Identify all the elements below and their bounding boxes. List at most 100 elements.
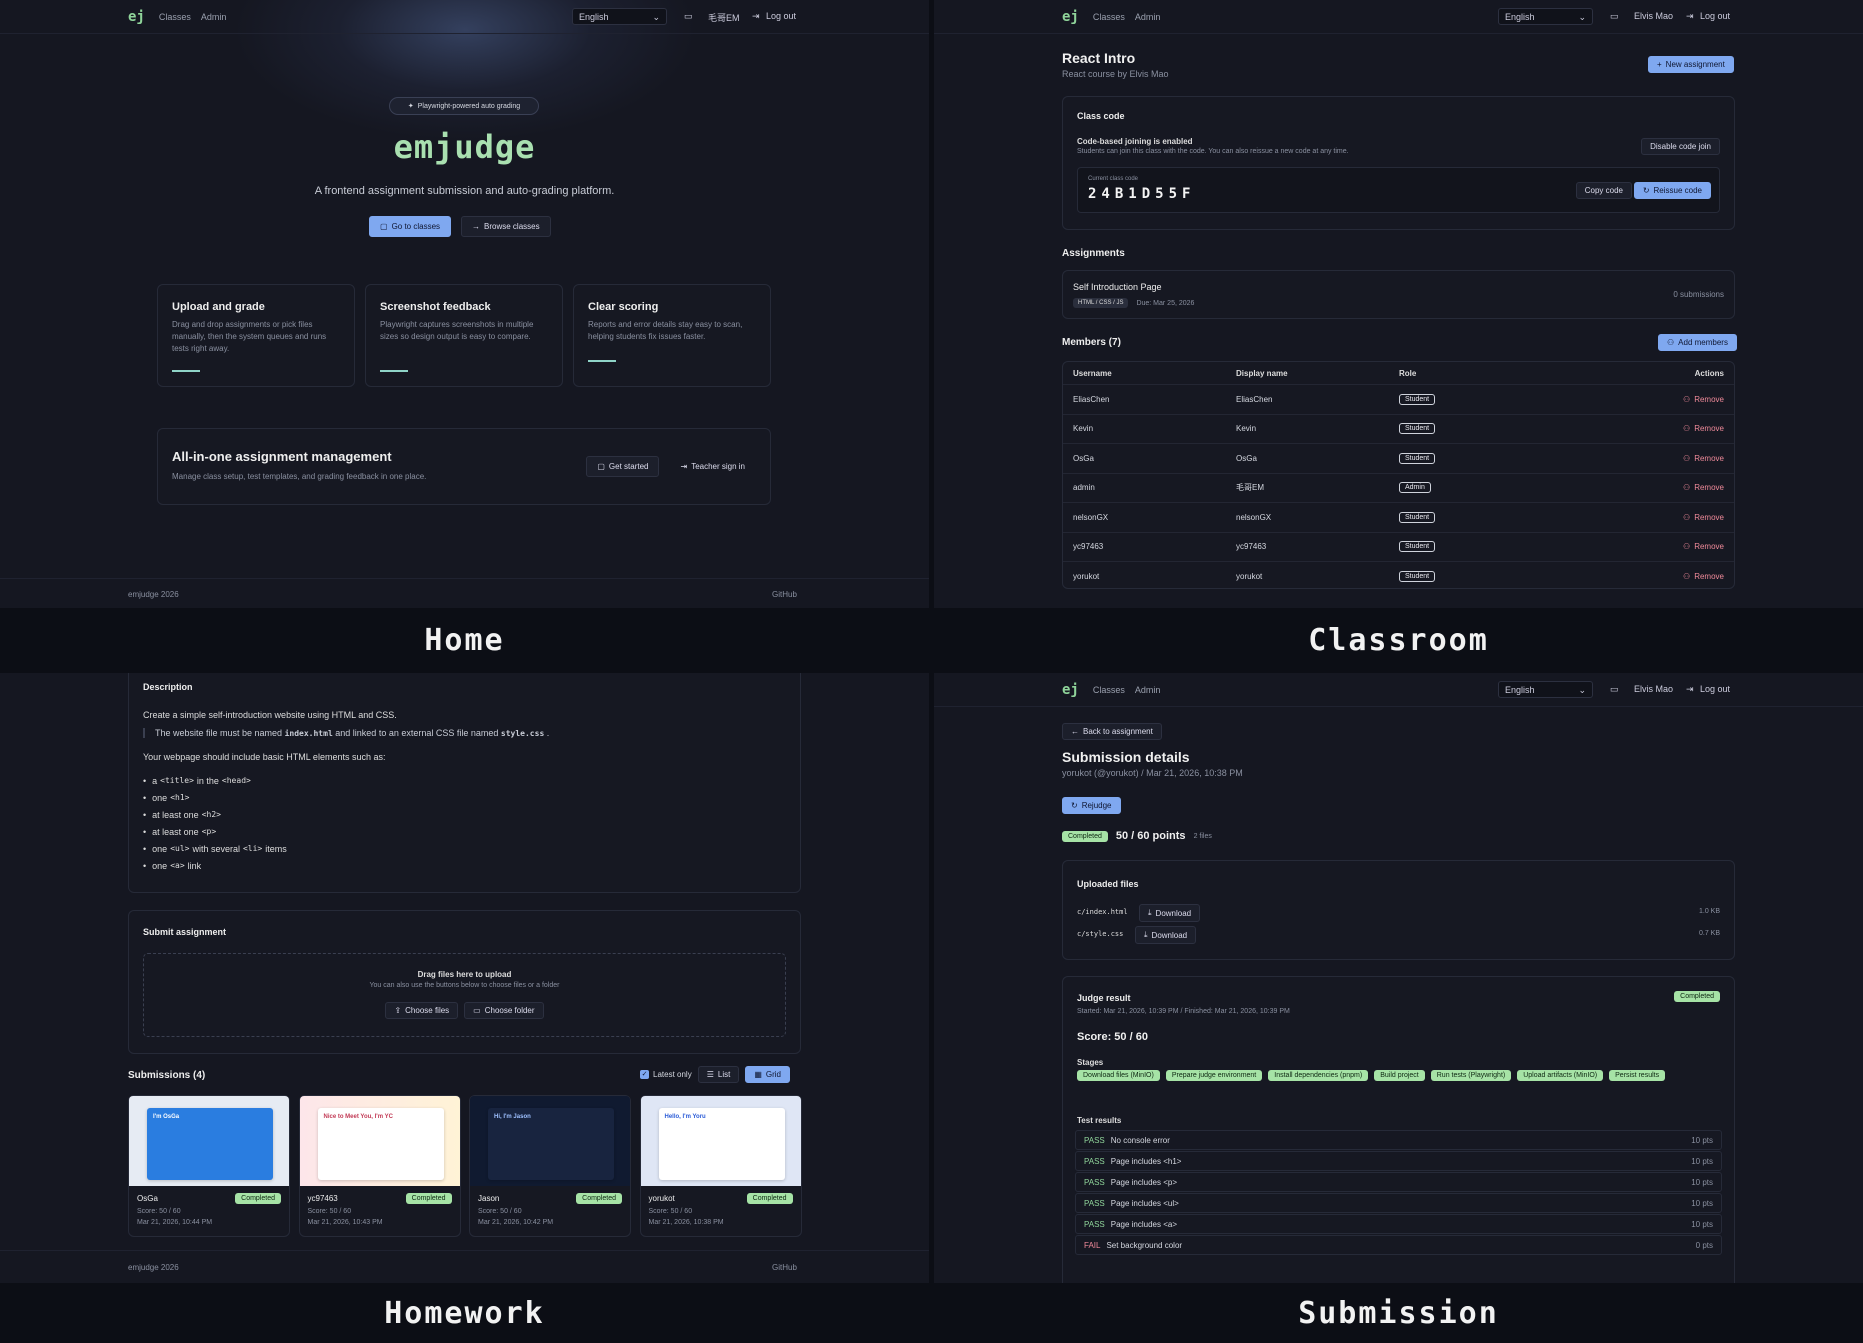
user-name[interactable]: Elvis Mao <box>1634 684 1673 694</box>
feature-desc: Reports and error details stay easy to s… <box>588 320 743 341</box>
table-row: yc97463 yc97463 Student ⚇ Remove <box>1063 531 1734 561</box>
logout-icon[interactable]: ⇥ <box>752 11 760 22</box>
teacher-sign-in-button[interactable]: ⇥ Teacher sign in <box>669 456 756 477</box>
bullet-icon: • <box>143 792 147 803</box>
checkbox-check-icon: ✓ <box>640 1070 649 1079</box>
nav-admin-link[interactable]: Admin <box>201 12 227 22</box>
submit-card: Submit assignment Drag files here to upl… <box>128 910 801 1054</box>
download-button[interactable]: ⤓ Download <box>1135 926 1197 944</box>
choose-folder-button[interactable]: ▭ Choose folder <box>464 1002 544 1019</box>
nav-classes-link[interactable]: Classes <box>1093 685 1125 695</box>
user-name[interactable]: Elvis Mao <box>1634 11 1673 21</box>
theme-toggle-icon[interactable]: ▭ <box>684 11 693 22</box>
assignment-tag: HTML / CSS / JS <box>1073 298 1129 308</box>
test-status: PASS <box>1084 1219 1105 1229</box>
test-name: Page includes <ul> <box>1110 1198 1179 1208</box>
nav-classes-link[interactable]: Classes <box>159 12 191 22</box>
nav-admin-link[interactable]: Admin <box>1135 12 1161 22</box>
nav-admin-link[interactable]: Admin <box>1135 685 1161 695</box>
role-badge: Student <box>1399 570 1436 582</box>
submission-card[interactable]: Hello, I'm Yoru yorukot Completed Score: 50… <box>639 1095 802 1237</box>
logout-link[interactable]: Log out <box>766 11 796 21</box>
logout-icon[interactable]: ⇥ <box>1686 11 1694 22</box>
language-select[interactable]: English ⌄ <box>1498 681 1593 698</box>
submission-card[interactable]: I'm OsGa OsGa Completed Score: 50 / 60 Mar 2… <box>128 1095 290 1237</box>
disable-code-join-button[interactable]: Disable code join <box>1641 138 1720 155</box>
feature-card: Clear scoring Reports and error details … <box>573 284 771 387</box>
choose-files-button[interactable]: ⇪ Choose files <box>385 1002 459 1019</box>
submission-card[interactable]: Hi, I'm Jason Jason Completed Score: 50 / 6… <box>469 1095 631 1237</box>
remove-member-button[interactable]: ⚇ Remove <box>1683 513 1724 522</box>
refresh-icon: ↻ <box>1071 801 1078 810</box>
top-nav: ej Classes Admin English ⌄ ▭ Elvis Mao ⇥ … <box>934 673 1863 707</box>
list-view-button[interactable]: ☰ List <box>697 1066 740 1083</box>
remove-member-button[interactable]: ⚇ Remove <box>1683 572 1724 581</box>
test-points: 10 pts <box>1691 1156 1713 1166</box>
test-row: FAIL Set background color 0 pts <box>1075 1235 1722 1255</box>
list-item: • at least one <p> <box>143 826 217 837</box>
app-logo[interactable]: ej <box>1062 9 1079 25</box>
remove-member-button[interactable]: ⚇ Remove <box>1683 395 1724 404</box>
stage-badge: Prepare judge environment <box>1165 1070 1263 1081</box>
browse-classes-button[interactable]: → Browse classes <box>461 216 551 237</box>
logout-icon[interactable]: ⇥ <box>1686 684 1694 695</box>
remove-member-button[interactable]: ⚇ Remove <box>1683 483 1724 492</box>
assignment-row[interactable]: Self Introduction Page HTML / CSS / JS D… <box>1062 270 1735 319</box>
member-display-name: yorukot <box>1236 571 1263 581</box>
grid-view-button[interactable]: ▦ Grid <box>745 1066 791 1083</box>
language-select[interactable]: English ⌄ <box>1498 8 1593 25</box>
reissue-code-button[interactable]: ↻ Reissue code <box>1633 182 1711 199</box>
bullet-icon: • <box>143 826 147 837</box>
back-to-assignment-button[interactable]: ← Back to assignment <box>1062 723 1162 740</box>
theme-toggle-icon[interactable]: ▭ <box>1610 11 1619 22</box>
rejudge-button[interactable]: ↻ Rejudge <box>1062 797 1121 814</box>
user-name[interactable]: 毛哥EM <box>708 11 740 24</box>
test-name: Page includes <p> <box>1110 1177 1178 1187</box>
chevron-down-icon: ⌄ <box>652 12 660 22</box>
remove-member-button[interactable]: ⚇ Remove <box>1683 542 1724 551</box>
nav-classes-link[interactable]: Classes <box>1093 12 1125 22</box>
member-display-name: EliasChen <box>1236 394 1273 404</box>
submission-meta: yorukot (@yorukot) / Mar 21, 2026, 10:38… <box>1062 768 1243 778</box>
tests-title: Test results <box>1077 1116 1122 1125</box>
test-name: Set background color <box>1106 1240 1183 1250</box>
test-row: PASS Page includes <ul> 10 pts <box>1075 1193 1722 1213</box>
footer-copyright: emjudge 2026 <box>128 590 179 599</box>
language-select[interactable]: English ⌄ <box>572 8 667 25</box>
logout-link[interactable]: Log out <box>1700 11 1730 21</box>
remove-member-button[interactable]: ⚇ Remove <box>1683 454 1724 463</box>
stage-badge: Build project <box>1374 1070 1425 1081</box>
folder-icon: ▭ <box>473 1006 481 1015</box>
upload-dropzone[interactable]: Drag files here to upload You can also u… <box>143 953 786 1037</box>
theme-toggle-icon[interactable]: ▭ <box>1610 684 1619 695</box>
accent-bar <box>172 370 200 372</box>
submission-thumbnail: Nice to Meet You, I'm YC <box>299 1096 460 1186</box>
user-minus-icon: ⚇ <box>1683 571 1691 581</box>
status-badge: Completed <box>746 1193 793 1204</box>
download-button[interactable]: ⤓ Download <box>1139 904 1201 922</box>
judge-time: Started: Mar 21, 2026, 10:39 PM / Finish… <box>1077 1008 1290 1015</box>
user-minus-icon: ⚇ <box>1683 483 1691 492</box>
test-name: Page includes <h1> <box>1110 1156 1182 1166</box>
feature-card: Screenshot feedback Playwright captures … <box>365 284 563 387</box>
add-members-button[interactable]: ⚇ Add members <box>1658 334 1737 351</box>
go-to-classes-button[interactable]: ▢ Go to classes <box>369 216 452 237</box>
description-list-intro: Your webpage should include basic HTML e… <box>143 752 386 762</box>
description-card: Description Create a simple self-introdu… <box>128 673 801 893</box>
test-row: PASS Page includes <a> 10 pts <box>1075 1214 1722 1234</box>
member-display-name: nelsonGX <box>1236 512 1272 522</box>
logout-link[interactable]: Log out <box>1700 684 1730 694</box>
stages-list: Download files (MinIO) Prepare judge envi… <box>1077 1070 1677 1081</box>
get-started-button[interactable]: ▢ Get started <box>586 456 660 477</box>
new-assignment-button[interactable]: + New assignment <box>1648 56 1734 73</box>
submission-card[interactable]: Nice to Meet You, I'm YC yc97463 Completed… <box>298 1095 461 1237</box>
footer-github-link[interactable]: GitHub <box>772 1263 797 1272</box>
remove-member-button[interactable]: ⚇ Remove <box>1683 424 1724 433</box>
copy-code-button[interactable]: Copy code <box>1575 182 1632 199</box>
test-points: 10 pts <box>1691 1219 1713 1229</box>
member-username: yorukot <box>1073 571 1100 581</box>
app-logo[interactable]: ej <box>1062 682 1079 698</box>
footer-github-link[interactable]: GitHub <box>772 590 797 599</box>
latest-only-checkbox[interactable]: ✓ Latest only <box>640 1070 692 1079</box>
app-logo[interactable]: ej <box>128 9 145 25</box>
